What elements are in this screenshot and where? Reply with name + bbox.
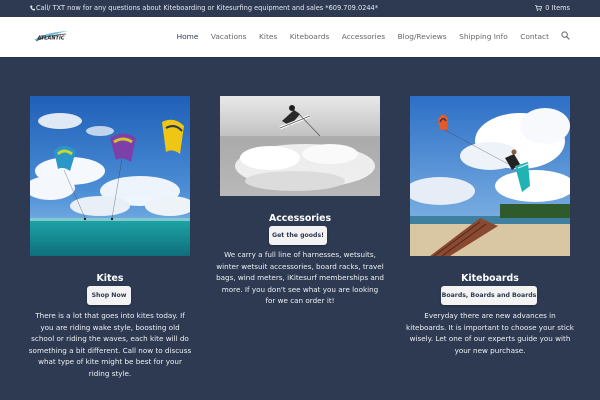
cart-link[interactable]: 0 Items	[535, 4, 570, 12]
nav-kites[interactable]: Kites	[259, 32, 277, 41]
nav-vacations[interactable]: Vacations	[211, 32, 247, 41]
nav-blog-reviews[interactable]: Blog/Reviews	[398, 32, 447, 41]
site-header: ATLANTIC Home Vacations Kites Kiteboards…	[0, 17, 600, 57]
phone-notice: Call/ TXT now for any questions about Ki…	[30, 4, 378, 12]
cart-count: 0 Items	[545, 4, 570, 12]
get-the-goods-button[interactable]: Get the goods!	[269, 226, 327, 245]
accessories-title: Accessories	[268, 213, 332, 224]
phone-notice-text: Call/ TXT now for any questions about Ki…	[36, 4, 379, 12]
kites-description: There is a lot that goes into kites toda…	[28, 311, 192, 378]
nav-accessories[interactable]: Accessories	[342, 32, 385, 41]
search-icon[interactable]	[561, 31, 570, 40]
nav-kiteboards[interactable]: Kiteboards	[290, 32, 330, 41]
kiteboards-title: Kiteboards	[461, 273, 519, 284]
phone-icon	[30, 5, 35, 11]
svg-text:ATLANTIC: ATLANTIC	[37, 36, 65, 42]
accessories-image	[220, 96, 380, 196]
accessories-description: We carry a full line of harnesses, wetsu…	[216, 250, 384, 306]
kiteboards-image	[410, 96, 570, 256]
boards-button[interactable]: Boards, Boards and Boards	[441, 286, 537, 305]
nav-shipping-info[interactable]: Shipping Info	[459, 32, 508, 41]
shop-now-button[interactable]: Shop Now	[87, 286, 131, 305]
nav-home[interactable]: Home	[177, 32, 199, 41]
nav-contact[interactable]: Contact	[520, 32, 549, 41]
kites-title: Kites	[96, 273, 124, 284]
site-logo[interactable]: ATLANTIC	[32, 29, 70, 43]
main-nav: Home Vacations Kites Kiteboards Accessor…	[164, 31, 570, 41]
kiteboards-description: Everyday there are new advances in kiteb…	[406, 311, 574, 355]
cart-icon	[535, 5, 543, 11]
kites-image	[30, 96, 190, 256]
top-bar: Call/ TXT now for any questions about Ki…	[0, 0, 600, 17]
